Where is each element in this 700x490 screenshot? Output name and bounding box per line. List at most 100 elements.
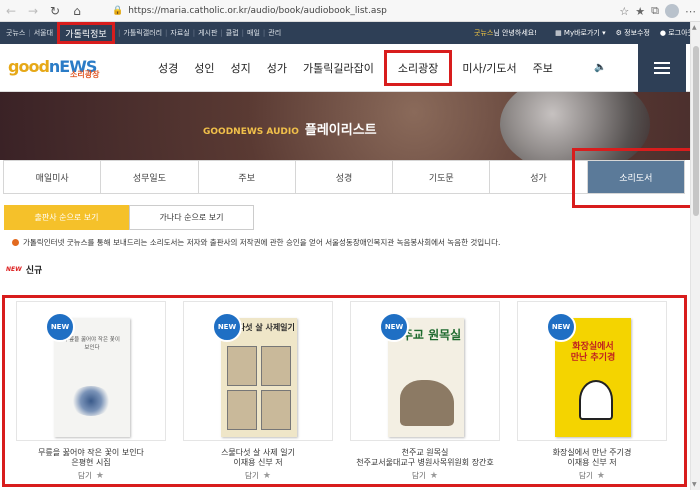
banner-title-en: GOODNEWS AUDIO	[203, 127, 299, 137]
keep-control[interactable]: 담기 ★	[517, 470, 667, 481]
hamburger-menu-icon[interactable]	[638, 44, 686, 92]
browser-toolbar: ← → ↻ ⌂ 🔒 https://maria.catholic.or.kr/a…	[0, 0, 700, 22]
star-icon[interactable]: ★	[96, 471, 104, 481]
page-scrollbar[interactable]: ▲ ▼	[690, 22, 700, 490]
back-icon[interactable]: ←	[0, 0, 22, 22]
tab-liturgy-hours[interactable]: 성무일도	[101, 161, 199, 193]
edit-info-label: 정보수정	[624, 29, 650, 37]
scroll-up-icon[interactable]: ▲	[692, 24, 697, 31]
star-icon[interactable]: ★	[263, 471, 271, 481]
my-shortcut-label: My바로가기	[563, 29, 600, 37]
book-author: 천주교서울대교구 병원사목위원회 장간호	[356, 458, 494, 467]
topbar-links: 굿뉴스 | 서울대 | 가톨릭갤러리 | 자료실 | 게시판 | 클럽 | 매일…	[0, 28, 284, 38]
cover-illustration	[400, 380, 454, 426]
topbar-link[interactable]: 클럽	[223, 28, 242, 38]
menu-item-hymns[interactable]: 성가	[259, 60, 295, 76]
star-icon[interactable]: ☆	[619, 5, 629, 18]
cover-text: 무릎을 꿇어야 작은 꽃이 보인다	[64, 337, 120, 351]
welcome-rest: 님 안녕하세요!	[493, 29, 537, 37]
tab-daily-mass[interactable]: 매일미사	[4, 161, 102, 193]
collections-icon[interactable]: ⧉	[651, 4, 659, 18]
keep-control[interactable]: 담기 ★	[350, 470, 500, 481]
topbar-link[interactable]: 매일	[244, 28, 263, 38]
site-header: goodnEWS 소리광장 성경 성인 성지 성가 가톨릭길라잡이 소리광장 미…	[0, 44, 690, 92]
logo-sub: 소리광장	[70, 70, 100, 79]
book-cover-frame[interactable]: 화장실에서 만난 추기경 NEW	[517, 301, 667, 441]
keep-label: 담기	[78, 471, 92, 480]
book-card[interactable]: 천주교 원목실 NEW 천주교 원목실 천주교서울대교구 병원사목위원회 장간호…	[350, 301, 500, 481]
goodnews-logo[interactable]: goodnEWS 소리광장	[8, 57, 118, 81]
new-badge: NEW	[45, 312, 75, 342]
microphone-image	[500, 92, 650, 160]
new-badge: NEW	[379, 312, 409, 342]
menu-item-bible[interactable]: 성경	[150, 60, 186, 76]
book-cover-frame[interactable]: 스물다섯 살 사제일기 NEW	[183, 301, 333, 441]
cover-photo	[261, 346, 291, 386]
book-cover-frame[interactable]: 천주교 원목실 NEW	[350, 301, 500, 441]
info-bullet-icon	[12, 239, 19, 246]
keep-label: 담기	[412, 471, 426, 480]
forward-icon[interactable]: →	[22, 0, 44, 22]
catholic-info-link[interactable]: 가톨릭정보	[57, 22, 115, 44]
book-card[interactable]: 무릎을 꿇어야 작은 꽃이 보인다 NEW 무릎을 꿇어야 작은 꽃이 보인다 …	[16, 301, 166, 481]
tab-audiobooks[interactable]: 소리도서	[587, 161, 684, 193]
keep-control[interactable]: 담기 ★	[16, 470, 166, 481]
main-menu: 성경 성인 성지 성가 가톨릭길라잡이 소리광장 미사/기도서 주보	[150, 44, 561, 92]
banner-title: GOODNEWS AUDIO 플레이리스트	[203, 119, 377, 138]
keep-label: 담기	[579, 471, 593, 480]
edit-info-link[interactable]: ⚙ 정보수정	[616, 28, 650, 38]
tab-prayers[interactable]: 기도문	[393, 161, 491, 193]
audio-banner: GOODNEWS AUDIO 플레이리스트	[0, 92, 690, 160]
menu-item-bulletin[interactable]: 주보	[525, 60, 561, 76]
topbar-link[interactable]: 관리	[265, 28, 284, 38]
keep-label: 담기	[245, 471, 259, 480]
address-bar[interactable]: 🔒 https://maria.catholic.or.kr/audio/boo…	[112, 2, 570, 20]
menu-item-saints[interactable]: 성인	[186, 60, 222, 76]
sort-toggle: 출판사 순으로 보기 가나다 순으로 보기	[4, 205, 254, 230]
book-author: 이재용 신부 저	[233, 458, 283, 467]
topbar-link[interactable]: 서울대	[31, 28, 56, 38]
reload-icon[interactable]: ↻	[44, 0, 66, 22]
topbar-link[interactable]: 굿뉴스	[3, 28, 28, 38]
cover-illustration	[579, 380, 613, 420]
more-icon[interactable]: ⋯	[685, 5, 696, 18]
book-card[interactable]: 스물다섯 살 사제일기 NEW 스물다섯 살 사제 일기 이재용 신부 저 담기…	[183, 301, 333, 481]
site-topbar: 굿뉴스 | 서울대 | 가톨릭갤러리 | 자료실 | 게시판 | 클럽 | 매일…	[0, 22, 700, 44]
my-shortcut-link[interactable]: ▦ My바로가기 ▾	[555, 28, 606, 38]
topbar-link[interactable]: 자료실	[167, 28, 192, 38]
tab-hymns[interactable]: 성가	[490, 161, 588, 193]
tab-bible[interactable]: 성경	[296, 161, 394, 193]
book-author: 은평현 시집	[71, 458, 111, 467]
welcome-text: 굿뉴스 님 안녕하세요!	[474, 22, 537, 44]
scroll-down-icon[interactable]: ▼	[692, 481, 697, 488]
menu-item-sound-plaza[interactable]: 소리광장	[383, 50, 453, 86]
book-author: 이재용 신부 저	[567, 458, 617, 467]
topbar-link[interactable]: 게시판	[195, 28, 220, 38]
url-text: https://maria.catholic.or.kr/audio/book/…	[128, 6, 387, 16]
section-label: 신규	[25, 266, 43, 276]
scroll-thumb[interactable]	[693, 46, 699, 216]
notice-text: 가톨릭인터넷 굿뉴스를 통해 보내드리는 소리도서는 저자와 출판사의 저작권에…	[23, 238, 501, 247]
tab-bulletin[interactable]: 주보	[199, 161, 296, 193]
star-icon[interactable]: ★	[597, 471, 605, 481]
logout-link[interactable]: ● 로그아웃	[660, 28, 694, 38]
copyright-notice: 가톨릭인터넷 굿뉴스를 통해 보내드리는 소리도서는 저자와 출판사의 저작권에…	[12, 237, 682, 248]
new-badge: NEW	[212, 312, 242, 342]
menu-item-guide[interactable]: 가톨릭길라잡이	[295, 60, 382, 76]
util-links: ▦ My바로가기 ▾ ⚙ 정보수정 ● 로그아웃	[555, 22, 694, 44]
cover-photo	[227, 346, 257, 386]
favorites-icon[interactable]: ★	[635, 5, 645, 18]
profile-avatar[interactable]	[665, 4, 679, 18]
book-cover-frame[interactable]: 무릎을 꿇어야 작은 꽃이 보인다 NEW	[16, 301, 166, 441]
home-icon[interactable]: ⌂	[66, 0, 88, 22]
speaker-icon[interactable]: 🔈	[594, 62, 606, 73]
sort-by-publisher-button[interactable]: 출판사 순으로 보기	[4, 205, 129, 230]
star-icon[interactable]: ★	[430, 471, 438, 481]
menu-item-mass-prayer[interactable]: 미사/기도서	[454, 60, 524, 76]
book-card[interactable]: 화장실에서 만난 추기경 NEW 화장실에서 만난 주기경 이재용 신부 저 담…	[517, 301, 667, 481]
sort-by-alphabet-button[interactable]: 가나다 순으로 보기	[129, 205, 254, 230]
topbar-link[interactable]: 가톨릭갤러리	[120, 28, 165, 38]
keep-control[interactable]: 담기 ★	[183, 470, 333, 481]
cover-photo	[261, 390, 291, 430]
menu-item-shrines[interactable]: 성지	[223, 60, 259, 76]
